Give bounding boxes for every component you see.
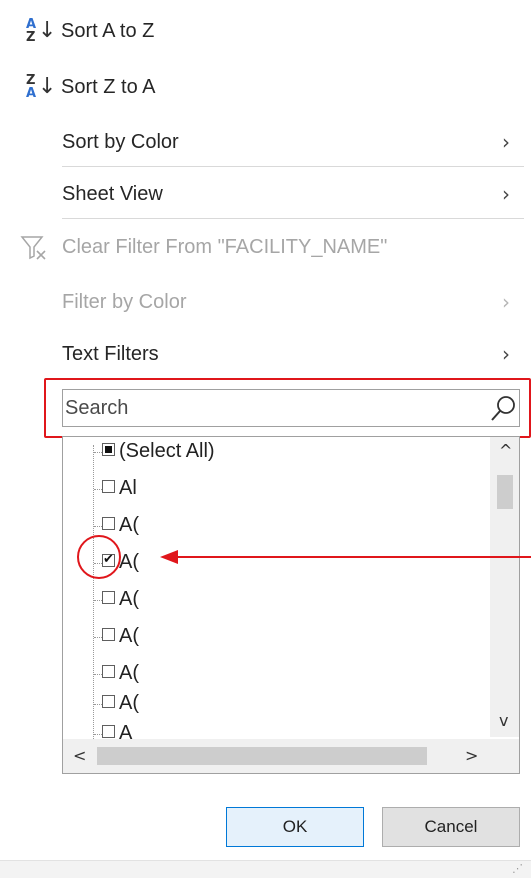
list-item-label: A(: [119, 662, 139, 684]
vertical-scroll-thumb[interactable]: [497, 475, 513, 509]
clear-filter-item: Clear Filter From "FACILITY_NAME": [20, 230, 520, 266]
list-item[interactable]: A(: [63, 511, 493, 541]
item-checkbox[interactable]: [102, 665, 115, 678]
vertical-scrollbar[interactable]: ^ v: [490, 437, 519, 737]
filter-values-list: (Select All) Al A( ✔ A( A( A( A( A( A ^ …: [62, 436, 520, 774]
ok-button[interactable]: OK: [226, 807, 364, 847]
list-item-label: A(: [119, 625, 139, 647]
sort-z-to-a-item[interactable]: Z A ↓ Sort Z to A: [24, 70, 504, 108]
list-item-label: (Select All): [119, 440, 215, 462]
scroll-down-icon[interactable]: v: [499, 713, 508, 729]
item-checkbox[interactable]: [102, 480, 115, 493]
item-checkbox[interactable]: [102, 695, 115, 708]
scroll-left-icon[interactable]: <: [73, 748, 86, 764]
horizontal-scroll-thumb[interactable]: [97, 747, 427, 765]
horizontal-scrollbar[interactable]: < >: [63, 739, 490, 773]
cancel-button[interactable]: Cancel: [382, 807, 520, 847]
search-highlight-annotation: [44, 378, 531, 438]
sort-descending-icon: Z A ↓: [26, 73, 57, 101]
list-item[interactable]: A(: [63, 659, 493, 689]
scrollbar-corner: [490, 739, 519, 773]
resize-grip-icon[interactable]: ⋰: [512, 862, 523, 875]
text-filters-item[interactable]: Text Filters ›: [62, 338, 522, 374]
list-item[interactable]: A(: [63, 585, 493, 615]
sort-ascending-icon: A Z ↓: [26, 17, 57, 45]
scroll-right-icon[interactable]: >: [465, 748, 478, 764]
chevron-right-icon: ›: [502, 130, 510, 154]
filter-by-color-item: Filter by Color ›: [62, 286, 522, 322]
menu-divider: [62, 166, 524, 167]
filter-by-color-label: Filter by Color: [62, 291, 187, 313]
list-item-label: A(: [119, 551, 139, 573]
sheet-view-label: Sheet View: [62, 183, 163, 205]
menu-divider: [62, 218, 524, 219]
list-item-label: Al: [119, 477, 137, 499]
resize-grip-bar: ⋰: [0, 860, 531, 878]
checkbox-highlight-annotation: [77, 535, 121, 579]
list-item[interactable]: A(: [63, 622, 493, 652]
item-checkbox[interactable]: [102, 725, 115, 738]
sort-a-to-z-item[interactable]: A Z ↓ Sort A to Z: [24, 14, 504, 52]
item-checkbox[interactable]: [102, 517, 115, 530]
list-item-label: A(: [119, 514, 139, 536]
select-all-checkbox[interactable]: [102, 443, 115, 456]
item-checkbox[interactable]: [102, 628, 115, 641]
scroll-up-icon[interactable]: ^: [499, 443, 512, 459]
chevron-right-icon: ›: [502, 342, 510, 366]
list-item[interactable]: Al: [63, 474, 493, 504]
list-item-label: A(: [119, 692, 139, 714]
sheet-view-item[interactable]: Sheet View ›: [62, 178, 522, 214]
list-item[interactable]: (Select All): [63, 437, 493, 467]
text-filters-label: Text Filters: [62, 343, 159, 365]
sort-z-to-a-label: Sort Z to A: [61, 76, 156, 98]
list-item-label: A(: [119, 588, 139, 610]
clear-filter-label: Clear Filter From "FACILITY_NAME": [62, 236, 388, 258]
annotation-arrow: [160, 550, 531, 564]
sort-a-to-z-label: Sort A to Z: [61, 20, 155, 42]
item-checkbox[interactable]: [102, 591, 115, 604]
chevron-right-icon: ›: [502, 290, 510, 314]
sort-by-color-item[interactable]: Sort by Color ›: [62, 126, 522, 162]
chevron-right-icon: ›: [502, 182, 510, 206]
sort-by-color-label: Sort by Color: [62, 131, 179, 153]
clear-filter-icon: [20, 234, 50, 262]
list-item[interactable]: A(: [63, 689, 493, 719]
